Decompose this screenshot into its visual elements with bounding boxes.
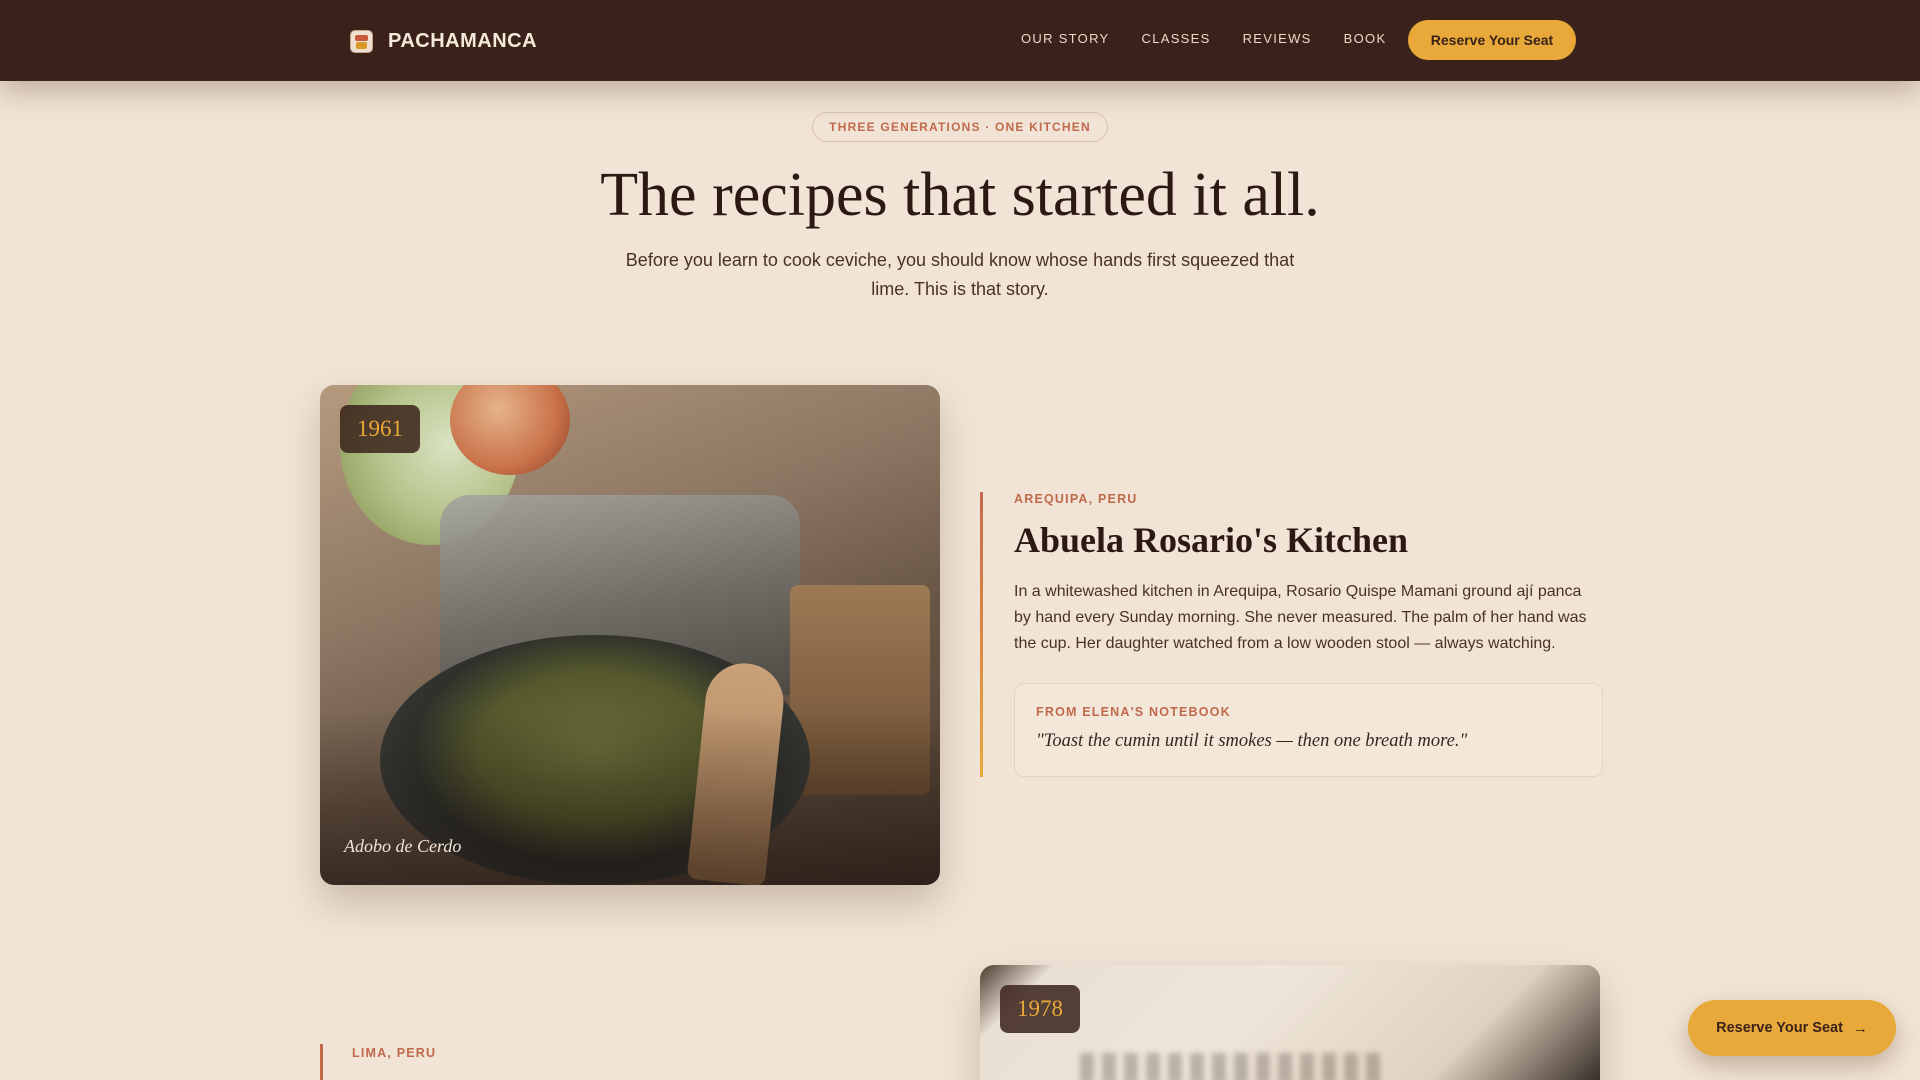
floating-cta-label: Reserve Your Seat bbox=[1716, 1020, 1843, 1036]
nav-links: OUR STORY CLASSES REVIEWS BOOK bbox=[1021, 31, 1386, 46]
story-title: Abuela Rosario's Kitchen bbox=[1014, 520, 1409, 560]
arrow-right-icon: → bbox=[1852, 1019, 1868, 1037]
nav-link-our-story[interactable]: OUR STORY bbox=[1021, 31, 1110, 46]
year-badge: 1978 bbox=[1000, 985, 1080, 1033]
photo-caption: Adobo de Cerdo bbox=[344, 836, 462, 856]
reserve-seat-button[interactable]: Reserve Your Seat bbox=[1408, 20, 1576, 60]
story-card-rosario: AREQUIPA, PERU Abuela Rosario's Kitchen … bbox=[980, 492, 1603, 777]
notebook-quote: "Toast the cumin until it smokes — then … bbox=[1036, 731, 1468, 751]
nav-link-book[interactable]: BOOK bbox=[1344, 31, 1387, 46]
nav-link-reviews[interactable]: REVIEWS bbox=[1243, 31, 1312, 46]
hero-subtitle: Before you learn to cook ceviche, you sh… bbox=[625, 250, 1295, 299]
brand-name: PACHAMANCA bbox=[388, 29, 538, 52]
notebook-quote-card: FROM ELENA'S NOTEBOOK "Toast the cumin u… bbox=[1014, 683, 1603, 777]
top-nav: PACHAMANCA OUR STORY CLASSES REVIEWS BOO… bbox=[0, 0, 1920, 81]
blurred-handwriting-shape bbox=[1080, 1053, 1380, 1080]
story-body: In a whitewashed kitchen in Arequipa, Ro… bbox=[1014, 583, 1587, 652]
story-location: AREQUIPA, PERU bbox=[1014, 492, 1138, 506]
brand[interactable]: PACHAMANCA bbox=[350, 27, 537, 55]
story-location: LIMA, PERU bbox=[352, 1046, 437, 1060]
story-photo-1978: 1978 bbox=[980, 965, 1600, 1080]
floating-reserve-seat-button[interactable]: Reserve Your Seat → bbox=[1688, 1000, 1896, 1056]
brand-logo-icon bbox=[350, 29, 373, 53]
notebook-label: FROM ELENA'S NOTEBOOK bbox=[1036, 705, 1231, 719]
story-card-lima: LIMA, PERU bbox=[320, 1044, 920, 1080]
year-badge: 1961 bbox=[340, 405, 420, 453]
hero-eyebrow-badge: THREE GENERATIONS · ONE KITCHEN bbox=[812, 112, 1108, 142]
hero-title: The recipes that started it all. bbox=[600, 161, 1320, 229]
story-photo-1961: 1961 Adobo de Cerdo bbox=[320, 385, 940, 885]
nav-link-classes[interactable]: CLASSES bbox=[1142, 31, 1211, 46]
